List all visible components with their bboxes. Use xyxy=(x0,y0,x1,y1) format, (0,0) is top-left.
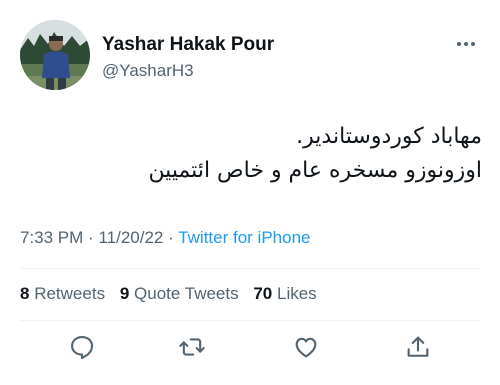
retweets-stat[interactable]: 8 Retweets xyxy=(20,284,105,303)
tweet-text-line: مهاباد کوردوستاندیر. xyxy=(296,124,482,149)
tweet-text-line: اوزونوزو مسخره عام و خاص ائتمیین xyxy=(148,158,482,183)
divider xyxy=(20,268,480,269)
display-name[interactable]: Yashar Hakak Pour xyxy=(102,34,274,56)
meta-separator: · xyxy=(168,228,174,247)
avatar-photo xyxy=(20,20,90,90)
divider xyxy=(20,320,480,321)
tweet-stats: 8 Retweets 9 Quote Tweets 70 Likes xyxy=(20,284,327,304)
reply-icon[interactable] xyxy=(68,333,96,361)
quote-tweets-stat[interactable]: 9 Quote Tweets xyxy=(120,284,239,303)
tweet-time[interactable]: 7:33 PM xyxy=(20,228,83,247)
retweets-count: 8 xyxy=(20,284,30,303)
meta-separator: · xyxy=(88,228,94,247)
quotes-count: 9 xyxy=(119,284,130,303)
more-options-icon[interactable] xyxy=(452,34,480,54)
likes-count: 70 xyxy=(253,284,273,303)
retweet-icon[interactable] xyxy=(178,333,206,361)
tweet-meta: 7:33 PM · 11/20/22 · Twitter for iPhone xyxy=(20,228,310,248)
likes-stat[interactable]: 70 Likes xyxy=(253,284,316,303)
quotes-label: Quote Tweets xyxy=(134,284,239,303)
tweet-date[interactable]: 11/20/22 xyxy=(98,228,163,247)
tweet-source-link[interactable]: Twitter for iPhone xyxy=(178,228,310,247)
action-bar xyxy=(0,333,500,363)
retweets-label: Retweets xyxy=(34,284,106,303)
share-icon[interactable] xyxy=(404,333,432,361)
avatar[interactable] xyxy=(20,20,90,90)
tweet-text: مهاباد کوردوستاندیر. اوزونوزو مسخره عام … xyxy=(42,120,482,188)
likes-label: Likes xyxy=(277,284,317,303)
user-handle[interactable]: @YasharH3 xyxy=(102,61,194,81)
tweet-card: Yashar Hakak Pour @YasharH3 مهاباد کوردو… xyxy=(0,0,500,385)
like-icon[interactable] xyxy=(292,333,320,361)
